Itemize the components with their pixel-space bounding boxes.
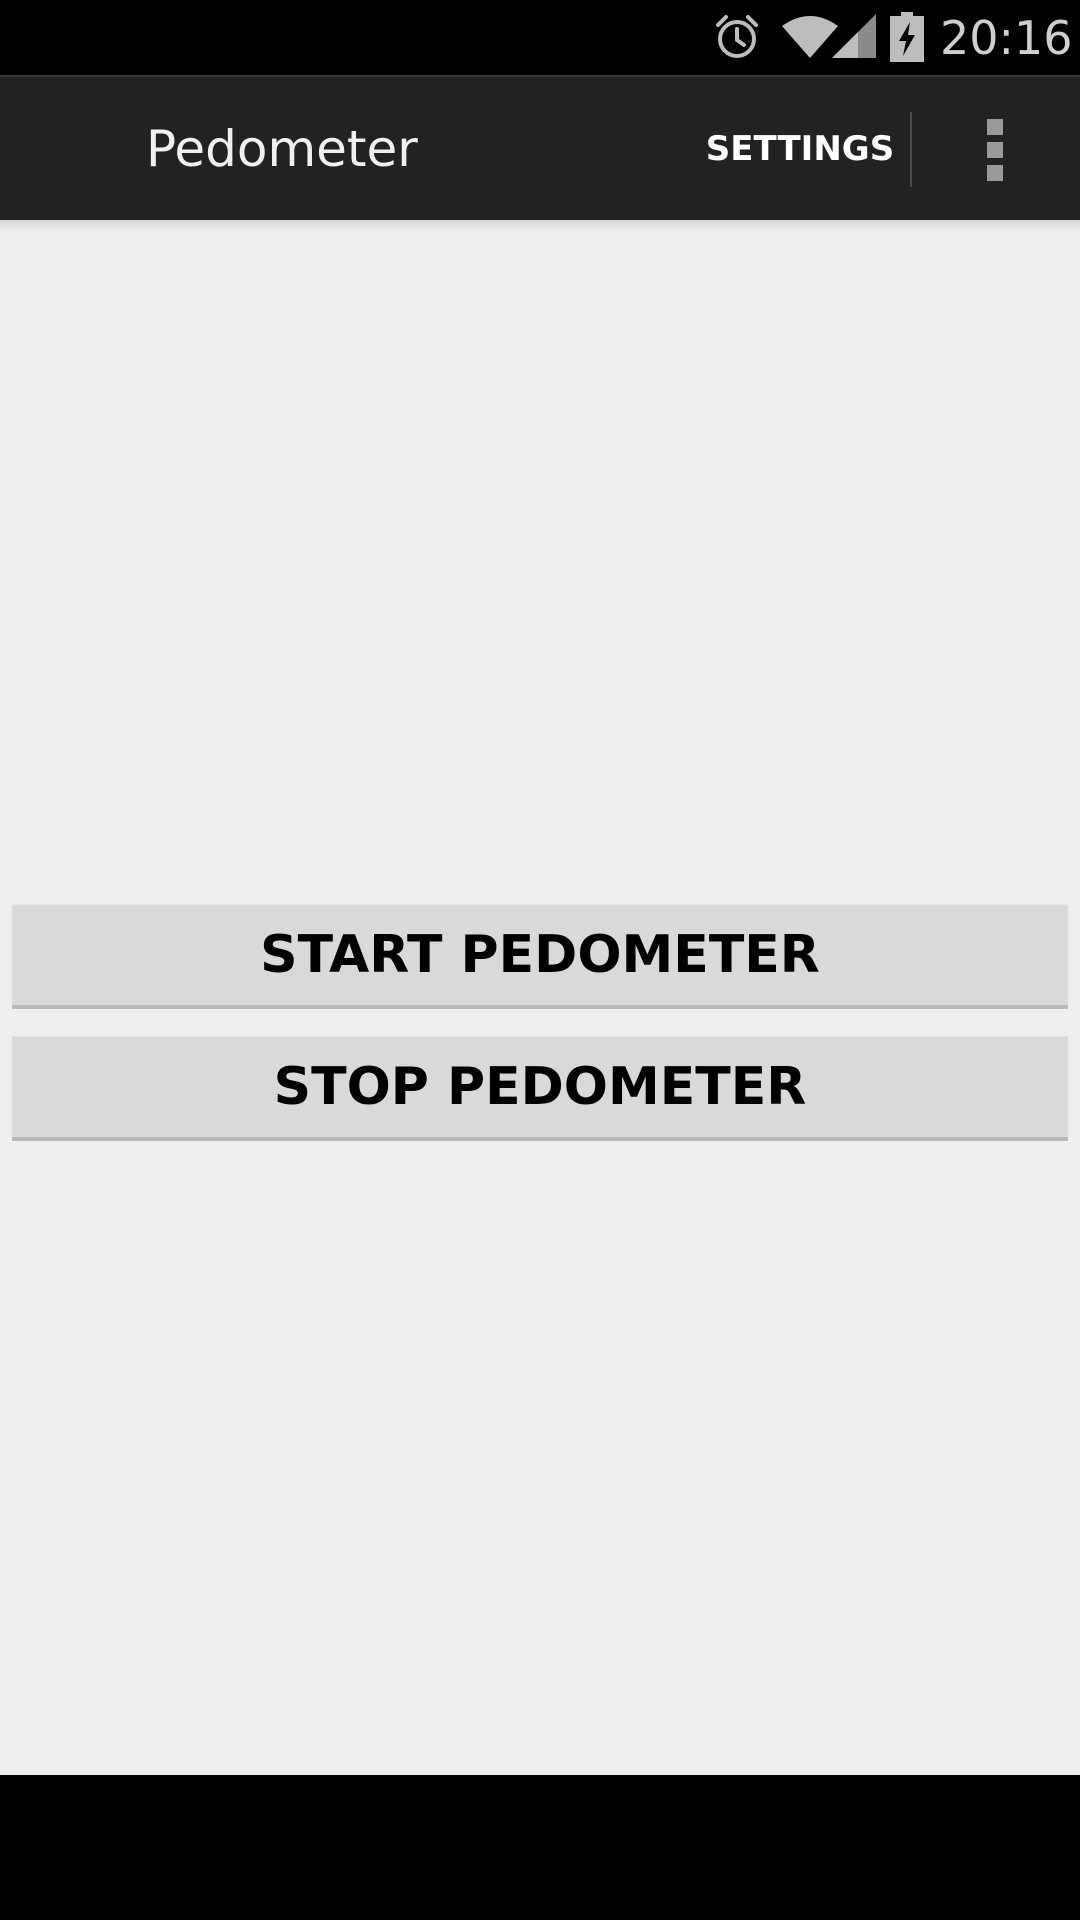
settings-button[interactable]: SETTINGS (700, 77, 900, 222)
signal-icon (832, 14, 876, 58)
battery-charging-icon (890, 12, 924, 62)
action-bar-shadow (0, 220, 1080, 230)
action-bar-divider (910, 112, 912, 187)
stop-pedometer-button[interactable]: STOP PEDOMETER (12, 1036, 1068, 1141)
status-bar-clock: 20:16 (940, 11, 1073, 65)
overflow-dot (987, 119, 1003, 135)
overflow-menu-icon[interactable] (960, 77, 1070, 222)
action-bar: Pedometer SETTINGS (0, 75, 1080, 220)
wifi-icon (782, 16, 838, 58)
navigation-bar (0, 1775, 1080, 1920)
overflow-dot (987, 142, 1003, 158)
overflow-dot (987, 165, 1003, 181)
main-content: START PEDOMETER STOP PEDOMETER (0, 220, 1080, 1775)
alarm-icon (716, 15, 758, 58)
phone-screen: 20:16 Pedometer SETTINGS START PEDOMETER… (0, 0, 1080, 1920)
app-title: Pedometer (146, 120, 418, 178)
status-bar: 20:16 (0, 0, 1080, 75)
start-pedometer-button[interactable]: START PEDOMETER (12, 904, 1068, 1009)
